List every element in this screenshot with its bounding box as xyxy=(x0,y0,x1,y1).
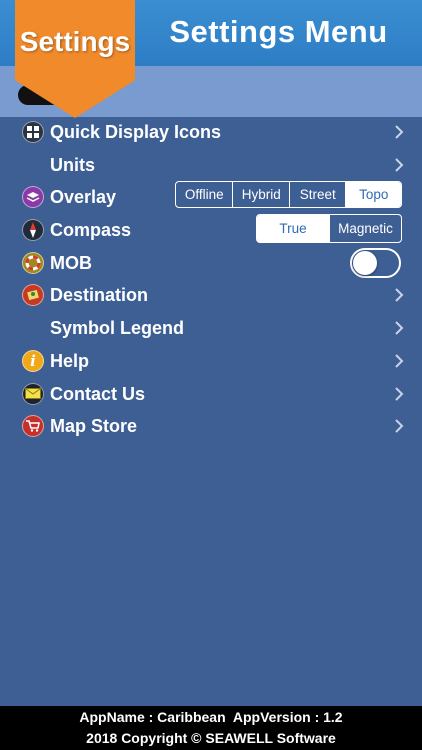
menu-item-label: Symbol Legend xyxy=(50,318,185,339)
menu-item-units[interactable]: Units xyxy=(0,149,422,182)
segment-hybrid[interactable]: Hybrid xyxy=(232,182,289,208)
settings-menu: Quick Display Icons Units Overlay Offlin… xyxy=(0,116,422,443)
chevron-right-icon xyxy=(395,321,404,335)
copyright-text: 2018 Copyright © SEAWELL Software xyxy=(86,730,336,746)
menu-item-label: Units xyxy=(50,154,95,175)
map-pin-icon xyxy=(22,284,44,307)
menu-item-label: MOB xyxy=(50,252,92,273)
chevron-right-icon xyxy=(395,125,404,139)
menu-item-compass: Compass True Magnetic xyxy=(0,214,422,247)
segment-topo[interactable]: Topo xyxy=(345,182,401,208)
segment-offline[interactable]: Offline xyxy=(176,182,232,207)
app-info-footer: AppName : Caribbean AppVersion : 1.2 201… xyxy=(0,706,422,750)
segment-true[interactable]: True xyxy=(257,215,329,243)
banner-label: Settings xyxy=(19,26,131,57)
menu-item-label: Contact Us xyxy=(50,383,146,404)
overlay-segmented-control: Offline Hybrid Street Topo xyxy=(175,181,402,209)
menu-item-label: Destination xyxy=(50,285,149,306)
page-title: Settings Menu xyxy=(169,14,388,49)
chevron-right-icon xyxy=(395,419,404,433)
chevron-right-icon xyxy=(395,157,404,172)
envelope-icon xyxy=(22,382,44,405)
cart-icon xyxy=(22,415,44,438)
menu-item-label: Help xyxy=(50,350,90,371)
app-version-text: AppName : Caribbean AppVersion : 1.2 xyxy=(79,709,343,725)
chevron-right-icon xyxy=(395,386,404,401)
menu-item-map-store[interactable]: Map Store xyxy=(0,410,422,443)
compass-icon xyxy=(22,219,44,242)
info-icon: i xyxy=(22,349,44,372)
menu-item-help[interactable]: i Help xyxy=(0,345,422,378)
lifebuoy-icon xyxy=(22,251,44,274)
menu-item-label: Quick Display Icons xyxy=(50,122,222,142)
menu-item-symbol-legend[interactable]: Symbol Legend xyxy=(0,312,422,345)
layers-icon xyxy=(22,186,44,209)
menu-item-overlay: Overlay Offline Hybrid Street Topo xyxy=(0,181,422,214)
menu-item-label: Map Store xyxy=(50,416,138,437)
menu-item-quick-display-icons[interactable]: Quick Display Icons xyxy=(0,116,422,149)
menu-item-destination[interactable]: Destination xyxy=(0,279,422,312)
menu-item-label: Compass xyxy=(50,220,132,241)
menu-item-contact-us[interactable]: Contact Us xyxy=(0,378,422,411)
menu-item-label: Overlay xyxy=(50,187,117,208)
grid-icon xyxy=(22,121,44,143)
toggle-knob xyxy=(353,250,377,275)
chevron-right-icon xyxy=(395,288,404,303)
chevron-right-icon xyxy=(395,354,404,368)
segment-street[interactable]: Street xyxy=(288,182,346,208)
mob-toggle-switch[interactable] xyxy=(350,247,401,278)
compass-segmented-control: True Magnetic xyxy=(256,214,402,244)
menu-item-mob: MOB xyxy=(0,247,422,280)
segment-magnetic[interactable]: Magnetic xyxy=(329,215,401,243)
